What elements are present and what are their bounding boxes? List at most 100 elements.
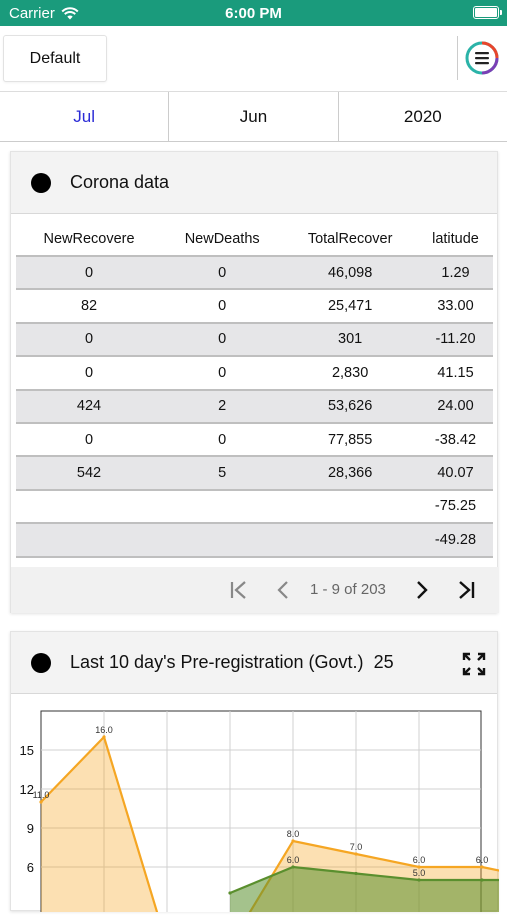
data-point — [354, 852, 358, 856]
prereg-card: Last 10 day's Pre-registration (Govt.) 2… — [10, 631, 507, 917]
menu-icon[interactable] — [464, 40, 500, 76]
table-cell: -75.25 — [417, 488, 493, 524]
table-cell: 1.29 — [417, 254, 493, 290]
column-header[interactable]: NewDeaths — [162, 222, 282, 256]
table-cell: 0 — [162, 288, 283, 323]
data-label: 6.0 — [476, 855, 489, 865]
prereg-card-title: Last 10 day's Pre-registration (Govt.) — [70, 652, 364, 672]
table-cell: -38.42 — [417, 421, 493, 457]
corona-card-title: Corona data — [70, 172, 170, 192]
clock: 6:00 PM — [225, 5, 282, 22]
corona-table: NewRecovere NewDeaths TotalRecover latit… — [16, 222, 493, 558]
bullet-icon — [31, 172, 51, 193]
data-point — [354, 871, 358, 876]
prereg-count: 25 — [373, 652, 394, 672]
table-cell: 0 — [16, 421, 163, 457]
table-cell: 40.07 — [417, 455, 493, 490]
table-cell: 5 — [162, 455, 283, 490]
table-row[interactable]: -75.25 — [16, 488, 493, 524]
table-cell — [282, 522, 418, 558]
table-cell: 0 — [162, 254, 283, 290]
data-point — [417, 878, 421, 882]
bullet-icon — [31, 652, 51, 673]
previous-page-icon[interactable] — [272, 579, 294, 601]
table-row[interactable]: 82 0 25,471 33.00 — [16, 288, 493, 323]
next-page-icon[interactable] — [411, 579, 433, 601]
table-cell: 424 — [16, 388, 163, 423]
table-cell: -49.28 — [417, 522, 493, 558]
table-cell: 82 — [16, 288, 163, 323]
y-tick-label: 6 — [27, 860, 34, 875]
column-header[interactable]: latitude — [418, 222, 493, 256]
data-label: 7.0 — [350, 842, 363, 852]
table-row[interactable]: 0 0 301 -11.20 — [16, 321, 493, 357]
table-cell: 25,471 — [282, 288, 418, 323]
prereg-chart: 15129611.016.08.07.06.06.05.06.05.0 — [11, 695, 507, 917]
expand-icon[interactable] — [461, 651, 487, 677]
tab-jul[interactable]: Jul — [0, 92, 170, 141]
y-tick-label: 15 — [20, 743, 34, 758]
prereg-chart-svg: 15129611.016.08.07.06.06.05.06.05.0 — [20, 710, 507, 917]
table-cell — [16, 488, 163, 524]
data-label: 16.0 — [95, 725, 113, 735]
table-cell: 53,626 — [282, 388, 418, 423]
table-cell: 542 — [16, 455, 163, 490]
data-label: 6.0 — [413, 855, 426, 865]
top-bar: Default — [0, 26, 507, 92]
topbar-divider — [457, 36, 458, 80]
period-tabs: Jul Jun 2020 — [0, 92, 507, 142]
prereg-card-header: Last 10 day's Pre-registration (Govt.) 2… — [11, 632, 497, 694]
table-cell: 0 — [162, 355, 283, 390]
table-cell: 0 — [162, 321, 283, 357]
corona-card-header: Corona data — [11, 152, 497, 214]
table-cell: 0 — [162, 421, 283, 457]
last-page-icon[interactable] — [455, 579, 477, 601]
first-page-icon[interactable] — [228, 579, 250, 601]
data-label: 8.0 — [287, 829, 300, 839]
table-cell: 24.00 — [417, 388, 493, 423]
table-pager: 1 - 9 of 203 — [11, 567, 499, 613]
battery-icon — [473, 6, 502, 19]
table-row[interactable]: 0 0 77,855 -38.42 — [16, 421, 493, 457]
default-button[interactable]: Default — [3, 35, 107, 82]
column-header[interactable]: NewRecovere — [16, 222, 162, 256]
tab-jun[interactable]: Jun — [169, 92, 339, 141]
table-cell: 0 — [16, 321, 163, 357]
data-point — [39, 800, 43, 804]
table-cell — [162, 488, 283, 524]
table-cell: 77,855 — [282, 421, 418, 457]
page-range: 1 - 9 of 203 — [310, 581, 386, 598]
table-cell: 33.00 — [417, 288, 493, 323]
table-cell: 0 — [16, 355, 163, 390]
table-row[interactable]: 0 0 46,098 1.29 — [16, 254, 493, 290]
table-row[interactable]: -49.28 — [16, 522, 493, 558]
y-tick-label: 9 — [27, 821, 34, 836]
data-point — [480, 878, 484, 882]
table-cell — [282, 488, 418, 524]
table-cell: -11.20 — [417, 321, 493, 357]
column-header[interactable]: TotalRecover — [282, 222, 418, 256]
data-point — [480, 865, 484, 869]
data-label: 11.0 — [33, 790, 50, 800]
table-cell: 46,098 — [282, 254, 418, 290]
data-point — [291, 839, 295, 843]
table-row[interactable]: 0 0 2,830 41.15 — [16, 355, 493, 390]
data-label: 6.0 — [287, 855, 300, 865]
data-point — [291, 865, 295, 869]
table-row[interactable]: 424 2 53,626 24.00 — [16, 388, 493, 423]
table-cell: 0 — [16, 254, 163, 290]
data-label: 5.0 — [413, 868, 426, 878]
table-cell: 2 — [162, 388, 283, 423]
tab-2020[interactable]: 2020 — [339, 92, 507, 141]
table-cell: 41.15 — [417, 355, 493, 390]
table-cell: 28,366 — [282, 455, 418, 490]
data-point — [102, 735, 106, 739]
table-row[interactable]: 542 5 28,366 40.07 — [16, 455, 493, 490]
table-cell: 2,830 — [282, 355, 418, 390]
table-cell — [16, 522, 163, 558]
table-cell: 301 — [282, 321, 418, 357]
table-cell — [162, 522, 283, 558]
data-point — [228, 891, 232, 895]
status-bar: Carrier 6:00 PM — [0, 0, 507, 26]
corona-data-card: Corona data NewRecovere NewDeaths TotalR… — [10, 151, 499, 613]
